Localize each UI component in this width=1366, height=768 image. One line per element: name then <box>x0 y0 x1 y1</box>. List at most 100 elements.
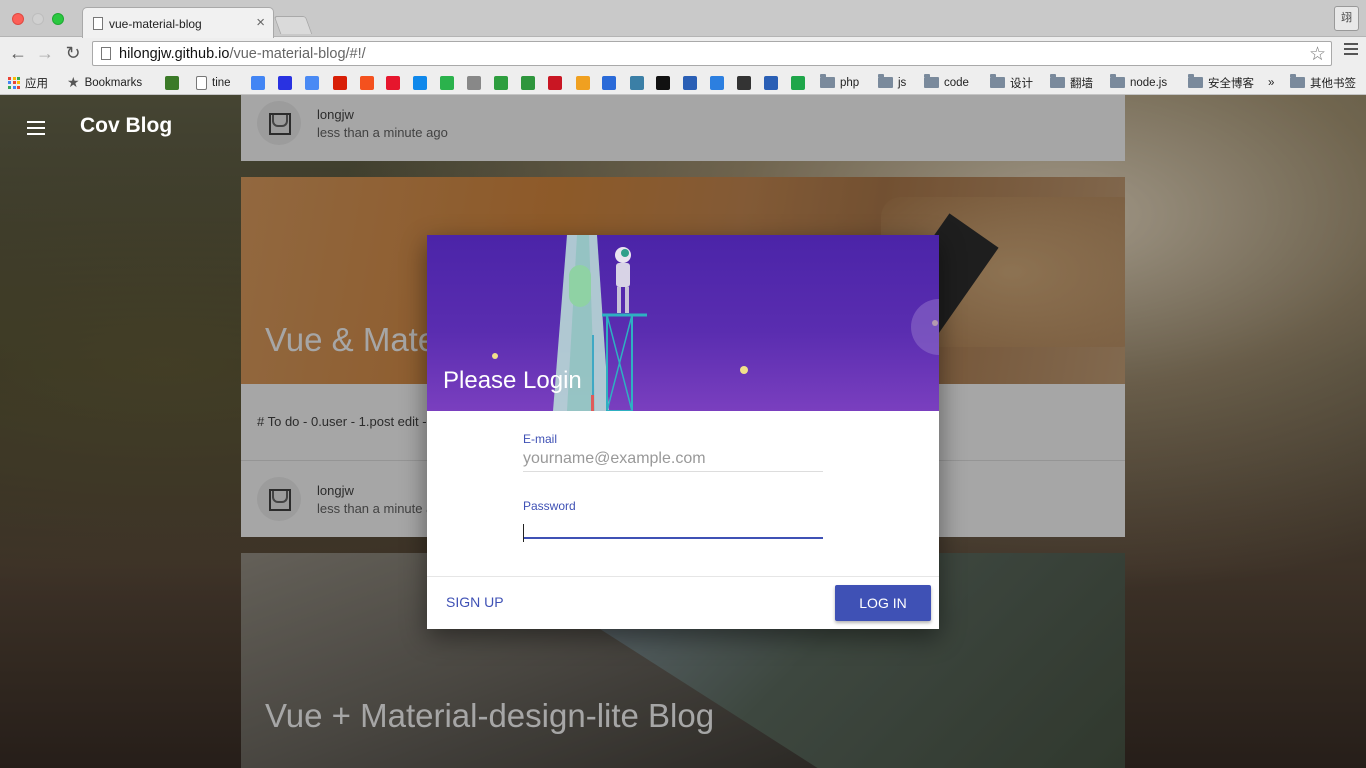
tab-strip: vue-material-blog × 翊 <box>0 0 1366 38</box>
bookmark-item[interactable] <box>251 74 265 91</box>
login-button[interactable]: LOG IN <box>835 585 931 621</box>
maximize-window-button[interactable] <box>52 13 64 25</box>
chat-icon <box>467 75 481 90</box>
bookmark-item[interactable] <box>576 74 590 91</box>
text-caret <box>523 524 524 542</box>
url-text[interactable]: hilongjw.github.io/vue-material-blog/#!/ <box>119 46 366 62</box>
back-arrow-icon[interactable]: ← <box>6 41 30 65</box>
bookmark-item[interactable]: 安全博客 <box>1188 74 1254 91</box>
bookmark-item[interactable] <box>791 74 805 91</box>
w-icon <box>683 75 697 90</box>
bookmark-item[interactable]: tine <box>196 74 231 91</box>
bookmark-item[interactable]: js <box>878 74 906 91</box>
folder-icon <box>1110 74 1125 88</box>
paw-icon <box>576 75 590 90</box>
baidu-icon <box>278 75 292 90</box>
bookmark-item[interactable] <box>413 74 427 91</box>
bookmark-item[interactable] <box>548 74 562 91</box>
bookmarks-overflow-button[interactable]: » <box>1268 74 1274 91</box>
dialog-actions: SIGN UP LOG IN <box>427 576 939 629</box>
bookmark-item[interactable]: code <box>924 74 969 91</box>
bookmark-item[interactable]: ★ Bookmarks <box>67 74 142 91</box>
bookmark-item[interactable] <box>521 74 535 91</box>
minimize-window-button[interactable] <box>32 13 44 25</box>
browser-chrome: vue-material-blog × 翊 ← → ↻ hilongjw.git… <box>0 0 1366 95</box>
bookmark-item[interactable] <box>764 74 778 91</box>
bookmark-label: js <box>898 76 907 89</box>
bookmark-label: 设计 <box>1010 77 1033 90</box>
f-icon <box>494 75 508 90</box>
tab-close-icon[interactable]: × <box>256 14 265 31</box>
email-input[interactable] <box>523 446 823 472</box>
address-bar[interactable]: hilongjw.github.io/vue-material-blog/#!/… <box>92 41 1332 66</box>
translate-icon <box>305 75 319 90</box>
profile-button[interactable]: 翊 <box>1334 6 1359 31</box>
forward-arrow-icon[interactable]: → <box>33 41 57 65</box>
chrome-menu-icon[interactable] <box>1344 43 1358 58</box>
bookmark-item[interactable]: 翻墙 <box>1050 74 1093 91</box>
login-dialog: Please Login E-mail Password SIGN UP LOG… <box>427 235 939 629</box>
post-card: longjw less than a minute ago <box>241 95 1125 161</box>
bookmark-item[interactable] <box>710 74 724 91</box>
folder-icon <box>1050 74 1065 88</box>
post-author[interactable]: longjw <box>317 107 354 122</box>
url-host: hilongjw.github.io <box>119 46 230 62</box>
bookmark-label: code <box>944 76 969 89</box>
bookmark-label: tine <box>212 76 231 89</box>
folder-icon <box>820 74 835 88</box>
pulse-icon <box>656 75 670 90</box>
bookmark-item[interactable] <box>602 74 616 91</box>
bookmark-item[interactable] <box>656 74 670 91</box>
bookmark-item[interactable] <box>683 74 697 91</box>
url-path: /vue-material-blog/#!/ <box>229 46 366 62</box>
browser-toolbar: ← → ↻ hilongjw.github.io/vue-material-bl… <box>0 37 1366 70</box>
bookmark-item[interactable]: php <box>820 74 859 91</box>
star-icon: ★ <box>67 74 80 90</box>
bookmark-item[interactable] <box>360 74 374 91</box>
bookmark-star-icon[interactable]: ☆ <box>1309 43 1326 66</box>
bookmark-item[interactable] <box>440 74 454 91</box>
bookmark-item[interactable] <box>305 74 319 91</box>
bookmark-label: node.js <box>1130 76 1168 89</box>
kr-icon <box>710 75 724 90</box>
bookmark-label: 翻墙 <box>1070 77 1093 90</box>
tab-vue-material-blog[interactable]: vue-material-blog × <box>82 7 274 38</box>
password-field: Password <box>523 499 823 542</box>
email-field: E-mail <box>523 432 823 472</box>
bookmark-item[interactable] <box>386 74 400 91</box>
douban-icon <box>521 75 535 90</box>
post-author[interactable]: longjw <box>317 483 354 498</box>
password-label: Password <box>523 499 576 513</box>
folder-icon <box>1290 74 1305 88</box>
cloud-icon <box>440 75 454 90</box>
bookmark-item[interactable]: 设计 <box>990 74 1033 91</box>
signup-button[interactable]: SIGN UP <box>446 594 504 610</box>
menu-icon[interactable] <box>27 121 45 139</box>
page-icon <box>196 75 207 90</box>
new-tab-button[interactable] <box>273 16 313 34</box>
page-icon <box>101 47 111 60</box>
password-input[interactable] <box>523 513 823 539</box>
bookmark-item[interactable] <box>737 74 751 91</box>
post-title[interactable]: Vue + Material-design-lite Blog <box>265 697 714 735</box>
avatar <box>257 101 301 145</box>
other-bookmarks-folder[interactable]: 其他书签 <box>1290 74 1356 91</box>
reload-icon[interactable]: ↻ <box>61 41 85 65</box>
bookmark-item[interactable] <box>278 74 292 91</box>
bookmark-label: Bookmarks <box>84 76 143 89</box>
bookmark-item[interactable] <box>165 74 179 91</box>
bookmark-item[interactable] <box>630 74 644 91</box>
folder-icon <box>878 74 893 88</box>
folder-icon <box>990 74 1005 88</box>
bookmark-item[interactable]: node.js <box>1110 74 1167 91</box>
bookmark-label: 应用 <box>25 77 48 90</box>
close-window-button[interactable] <box>12 13 24 25</box>
bookmark-label: 安全博客 <box>1208 77 1254 90</box>
fire-icon <box>360 75 374 90</box>
bookmark-item[interactable] <box>333 74 347 91</box>
bookmark-item[interactable]: 应用 <box>8 74 48 91</box>
post-time: less than a minute ago <box>317 125 448 140</box>
bookmark-item[interactable] <box>494 74 508 91</box>
bookmark-item[interactable] <box>467 74 481 91</box>
avatar <box>257 477 301 521</box>
